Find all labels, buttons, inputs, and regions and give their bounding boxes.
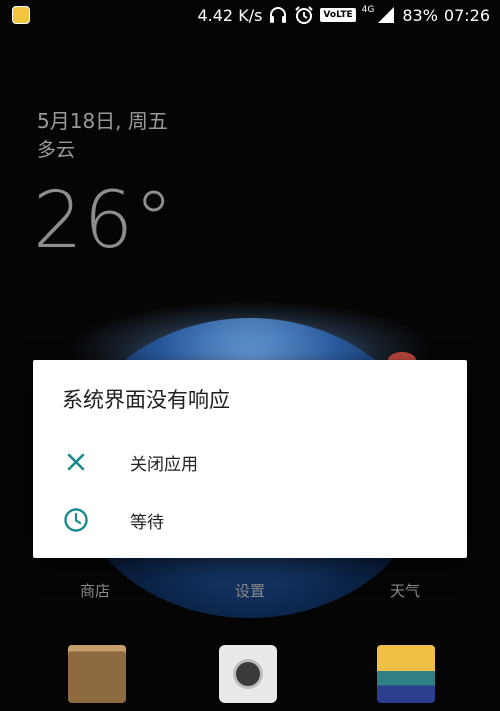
status-bar: 4.42 K/s VoLTE 4G 83% 07:26 (0, 0, 500, 30)
net-speed: 4.42 K/s (197, 5, 263, 25)
volte-badge: VoLTE (320, 8, 356, 22)
headphones-icon (270, 7, 287, 23)
not-responding-dialog: 系统界面没有响应 关闭应用 等待 (33, 360, 467, 558)
app-notification-icon (12, 6, 30, 24)
files-app-icon[interactable] (68, 645, 126, 703)
close-app-label: 关闭应用 (130, 455, 198, 475)
alarm-icon (295, 6, 314, 24)
camera-app-icon[interactable] (219, 645, 277, 703)
network-type: 4G (361, 5, 375, 15)
gallery-app-icon[interactable] (377, 645, 435, 703)
dock-label-settings[interactable]: 设置 (210, 580, 290, 601)
close-app-option[interactable]: 关闭应用 (33, 434, 467, 490)
widget-date[interactable]: 5月18日, 周五 (37, 105, 168, 134)
clock-time: 07:26 (443, 5, 490, 25)
wait-option[interactable]: 等待 (33, 492, 467, 548)
widget-temperature[interactable]: 26° (33, 176, 174, 266)
dock-label-store[interactable]: 商店 (55, 580, 135, 601)
clock-icon (64, 508, 88, 532)
status-bar-right: 4.42 K/s VoLTE 4G 83% 07:26 (197, 5, 490, 25)
signal-icon (378, 7, 395, 23)
dock-label-weather[interactable]: 天气 (365, 580, 445, 601)
home-screen: 4.42 K/s VoLTE 4G 83% 07:26 5月18日, 周五 多云… (0, 0, 500, 711)
close-icon (67, 453, 85, 471)
battery-level: 83% (402, 5, 438, 25)
dialog-title: 系统界面没有响应 (62, 388, 230, 412)
widget-condition[interactable]: 多云 (37, 135, 75, 162)
wait-label: 等待 (130, 513, 164, 533)
